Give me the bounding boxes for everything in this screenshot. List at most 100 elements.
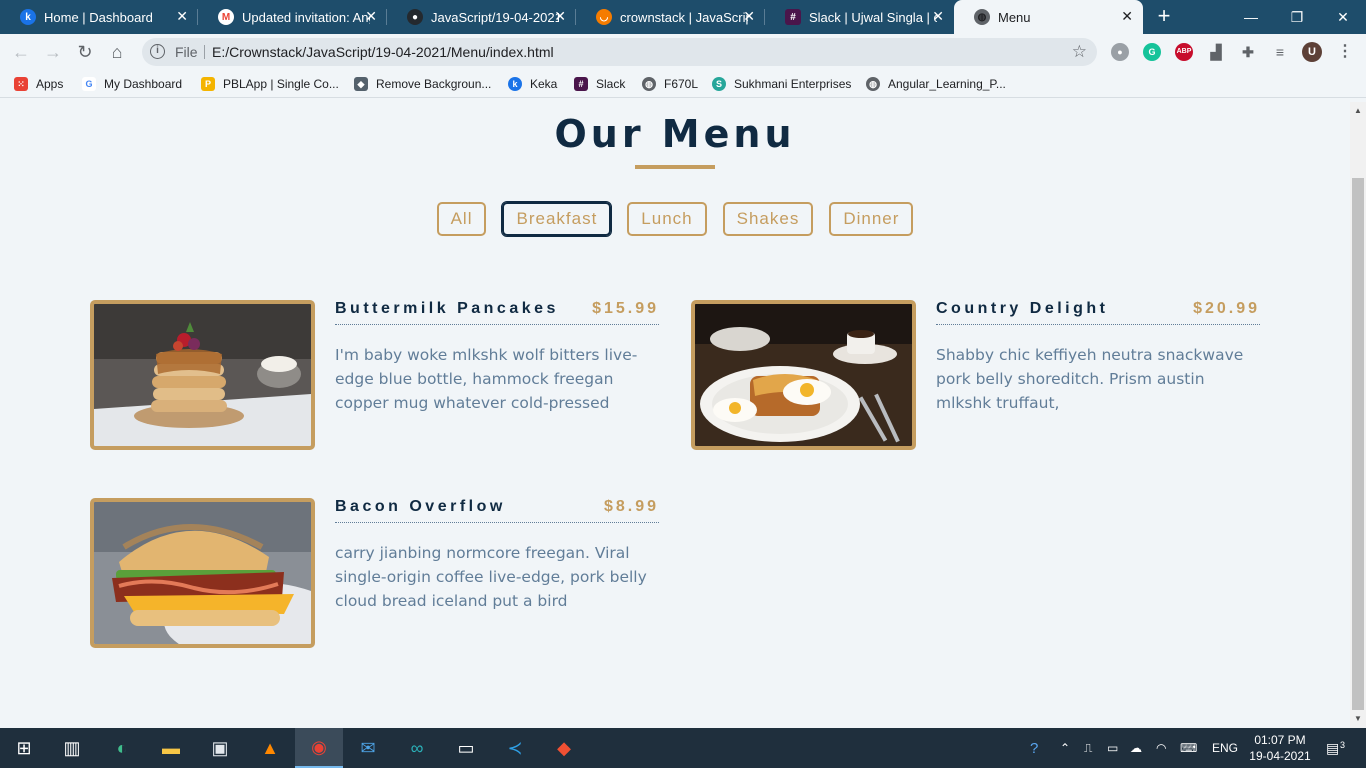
chevron-up-icon[interactable]: ⌃ (1060, 728, 1070, 768)
help-icon[interactable]: ? (1030, 728, 1038, 768)
eggs-toast-photo (691, 300, 916, 450)
edge-icon[interactable]: ◐ (98, 728, 146, 768)
clock[interactable]: 01:07 PM 19-04-2021 (1248, 732, 1312, 764)
info-icon[interactable]: i (150, 44, 165, 59)
bookmark-label: Apps (36, 77, 64, 91)
item-header: Buttermilk Pancakes $15.99 (335, 300, 659, 325)
close-icon[interactable]: ✕ (176, 8, 188, 24)
bookmarks-bar: ⁙ Apps G My Dashboard P PBLApp | Single … (0, 70, 1366, 98)
tab-home-dashboard[interactable]: k Home | Dashboard ✕ (0, 0, 198, 34)
bookmark-f670l[interactable]: ◍ F670L (642, 75, 698, 93)
item-info: Buttermilk Pancakes $15.99 I'm baby woke… (335, 300, 659, 415)
tab-slack[interactable]: # Slack | Ujwal Singla | cro ✕ (765, 0, 954, 34)
close-icon[interactable]: ✕ (365, 8, 377, 24)
media-queue-icon[interactable]: ≡ (1271, 43, 1289, 61)
new-tab-button[interactable]: + (1152, 5, 1176, 29)
bookmark-angular-learning[interactable]: ◍ Angular_Learning_P... (866, 75, 1006, 93)
bookmark-sukhmani[interactable]: S Sukhmani Enterprises (712, 75, 851, 93)
item-price: $8.99 (603, 498, 659, 515)
filter-dinner-button[interactable]: Dinner (829, 202, 914, 236)
bookmark-pblapp[interactable]: P PBLApp | Single Co... (201, 75, 339, 93)
store-icon[interactable]: ▣ (196, 728, 244, 768)
bookmark-label: PBLApp | Single Co... (223, 77, 339, 91)
close-icon[interactable]: ✕ (1121, 8, 1133, 24)
item-price: $15.99 (592, 300, 659, 317)
terminal-icon[interactable]: ▭ (442, 728, 490, 768)
forward-arrow-icon[interactable]: → (42, 41, 64, 63)
vscode-icon[interactable]: ≺ (491, 728, 539, 768)
filter-all-button[interactable]: All (436, 202, 487, 236)
network-device-icon[interactable]: ⎍ (1084, 728, 1092, 768)
filter-breakfast-button[interactable]: Breakfast (501, 201, 613, 237)
bookmark-remove-background[interactable]: ◆ Remove Backgroun... (354, 75, 491, 93)
clock-time: 01:07 PM (1254, 733, 1306, 747)
close-icon[interactable]: ✕ (932, 8, 944, 24)
title-underline (635, 165, 715, 169)
task-view-icon[interactable]: ▥ (48, 728, 96, 768)
bookmark-keka[interactable]: k Keka (508, 75, 557, 93)
gmail-icon: M (218, 9, 234, 25)
page-scrollbar[interactable]: ▲ ▼ (1350, 102, 1366, 728)
clock-date: 19-04-2021 (1249, 749, 1311, 763)
menu-kebab-icon[interactable]: ⋮ (1336, 43, 1354, 61)
extensions-puzzle-icon[interactable]: ✚ (1239, 43, 1257, 61)
git-icon[interactable]: ◆ (540, 728, 588, 768)
extension-shield-icon[interactable]: ● (1111, 43, 1129, 61)
reload-icon[interactable]: ↻ (74, 41, 96, 63)
item-description: Shabby chic keffiyeh neutra snackwave po… (936, 346, 1244, 412)
tab-menu[interactable]: ◍ Menu ✕ (954, 0, 1143, 34)
close-icon[interactable]: ✕ (743, 8, 755, 24)
close-icon[interactable]: ✕ (554, 8, 566, 24)
tab-updated-invitation[interactable]: M Updated invitation: Ang ✕ (198, 0, 387, 34)
url-scheme: File (175, 44, 198, 60)
sukhmani-icon: S (712, 77, 726, 91)
bookmark-star-icon[interactable]: ☆ (1072, 42, 1087, 62)
globe-icon: ◍ (974, 9, 990, 25)
tab-javascript-repo[interactable]: ● JavaScript/19-04-2021/ ✕ (387, 0, 576, 34)
browser-tab-strip: k Home | Dashboard ✕ M Updated invitatio… (0, 0, 1366, 34)
windows-taskbar: ⊞ ▥ ◐ ▬ ▣ ▲ ◉ ✉ ∞ ▭ ≺ ◆ ? ⌃ ⎍ ▭ ☁ ◠ ⌨ EN… (0, 728, 1366, 768)
keyboard-icon[interactable]: ⌨ (1180, 728, 1197, 768)
address-bar[interactable]: i File E:/Crownstack/JavaScript/19-04-20… (142, 38, 1097, 66)
bookmark-label: Sukhmani Enterprises (734, 77, 852, 91)
adblock-icon[interactable]: ABP (1175, 43, 1193, 61)
notifications-icon[interactable]: ▤ (1326, 728, 1339, 768)
chrome-icon[interactable]: ◉ (295, 728, 343, 768)
menu-item: Bacon Overflow $8.99 carry jianbing norm… (90, 498, 660, 648)
arduino-icon[interactable]: ∞ (393, 728, 441, 768)
vlc-icon[interactable]: ▲ (246, 728, 294, 768)
grammarly-icon[interactable]: G (1143, 43, 1161, 61)
start-icon[interactable]: ⊞ (0, 728, 48, 768)
removebg-icon: ◆ (354, 77, 368, 91)
page-title: Our Menu (554, 112, 796, 156)
minimize-button[interactable]: — (1228, 0, 1274, 34)
tab-title: Slack | Ujwal Singla | cro (809, 9, 937, 25)
filter-lunch-button[interactable]: Lunch (627, 202, 707, 236)
back-arrow-icon[interactable]: ← (10, 41, 32, 63)
cloud-icon[interactable]: ☁ (1130, 728, 1142, 768)
bookmark-my-dashboard[interactable]: G My Dashboard (82, 75, 182, 93)
bookmark-label: Slack (596, 77, 626, 91)
item-description: carry jianbing normcore freegan. Viral s… (335, 544, 647, 610)
analytics-icon[interactable]: ▟ (1207, 43, 1225, 61)
scroll-thumb[interactable] (1352, 178, 1364, 710)
bookmark-apps[interactable]: ⁙ Apps (14, 75, 63, 93)
bookmark-slack[interactable]: # Slack (574, 75, 625, 93)
restore-button[interactable]: ❐ (1274, 0, 1320, 34)
close-window-button[interactable]: ✕ (1320, 0, 1366, 34)
file-explorer-icon[interactable]: ▬ (147, 728, 195, 768)
mail-icon[interactable]: ✉ (344, 728, 392, 768)
bacon-biscuit-photo (90, 498, 315, 648)
scroll-up-arrow-icon[interactable]: ▲ (1350, 104, 1366, 118)
home-icon[interactable]: ⌂ (106, 41, 128, 63)
battery-icon[interactable]: ▭ (1107, 728, 1118, 768)
url-text[interactable]: E:/Crownstack/JavaScript/19-04-2021/Menu… (212, 44, 554, 60)
wifi-icon[interactable]: ◠ (1156, 728, 1166, 768)
language-indicator[interactable]: ENG (1212, 728, 1238, 768)
filter-shakes-button[interactable]: Shakes (722, 202, 814, 236)
bookmark-label: Keka (530, 77, 558, 91)
tab-crownstack[interactable]: ◡ crownstack | JavaScript ✕ (576, 0, 765, 34)
scroll-down-arrow-icon[interactable]: ▼ (1350, 712, 1366, 726)
profile-avatar[interactable]: U (1302, 42, 1322, 62)
bookmark-label: My Dashboard (104, 77, 183, 91)
